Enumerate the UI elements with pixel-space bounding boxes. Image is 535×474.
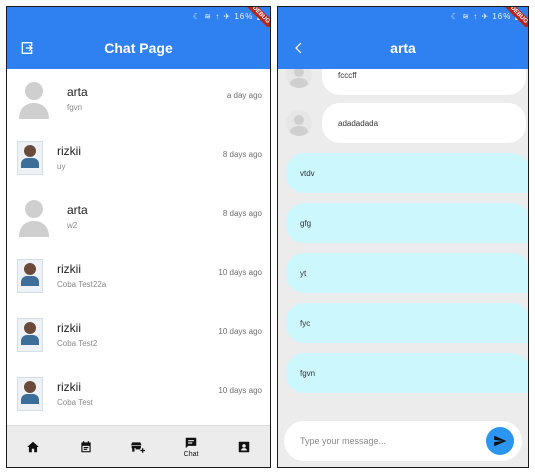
add-business-icon bbox=[131, 441, 146, 453]
avatar bbox=[17, 140, 43, 175]
send-button[interactable] bbox=[486, 427, 514, 455]
message-list: fcccff adadadada vtdv gfg yt fyc fgvn bbox=[278, 69, 528, 415]
last-message: Coba Test bbox=[57, 398, 93, 407]
status-bar: ☾ ≋ ↑ ✈ 16% ▮ DEBUG bbox=[7, 7, 270, 37]
timestamp: 10 days ago bbox=[218, 327, 262, 336]
nav-chat-label: Chat bbox=[183, 450, 199, 458]
logout-icon bbox=[21, 42, 33, 54]
outgoing-message: fyc bbox=[286, 303, 528, 343]
nav-calendar[interactable] bbox=[68, 428, 104, 466]
timestamp: 10 days ago bbox=[218, 386, 262, 395]
contact-name: rizkii bbox=[57, 144, 81, 158]
avatar bbox=[17, 79, 51, 119]
last-message: uy bbox=[57, 162, 66, 171]
status-indicators: ☾ ≋ ↑ ✈ 16% ▮ bbox=[450, 12, 520, 21]
bottom-navigation: Chat bbox=[7, 425, 270, 467]
last-message: Coba Test2 bbox=[57, 339, 98, 348]
avatar bbox=[286, 110, 312, 136]
status-indicators: ☾ ≋ ↑ ✈ 16% ▮ bbox=[192, 12, 262, 21]
avatar bbox=[286, 69, 312, 88]
back-arrow-icon bbox=[295, 42, 302, 54]
avatar bbox=[17, 317, 43, 352]
outgoing-message: vtdv bbox=[286, 153, 528, 193]
chat-row[interactable]: rizkii uy 8 days ago bbox=[7, 128, 270, 187]
incoming-message: adadadada bbox=[286, 103, 526, 143]
timestamp: a day ago bbox=[226, 91, 262, 100]
avatar bbox=[17, 197, 51, 237]
contact-name: arta bbox=[67, 85, 88, 99]
status-bar: ☾ ≋ ↑ ✈ 16% ▮ DEBUG bbox=[278, 7, 528, 37]
contact-icon bbox=[238, 441, 249, 452]
last-message: w2 bbox=[67, 221, 78, 230]
chat-icon bbox=[185, 437, 197, 448]
home-icon bbox=[27, 441, 40, 452]
chat-list: arta fgvn a day ago rizkii uy 8 days ago… bbox=[7, 69, 270, 425]
last-message: Coba Test22a bbox=[57, 280, 107, 289]
nav-add-store[interactable] bbox=[120, 428, 156, 466]
conversation-screen: ☾ ≋ ↑ ✈ 16% ▮ DEBUG arta fcccff adadadad… bbox=[277, 6, 529, 468]
timestamp: 8 days ago bbox=[222, 150, 262, 159]
message-composer bbox=[284, 421, 522, 461]
chat-list-screen: ☾ ≋ ↑ ✈ 16% ▮ DEBUG Chat Page arta fgvn … bbox=[6, 6, 271, 468]
outgoing-message: yt bbox=[286, 253, 528, 293]
contact-name: rizkii bbox=[57, 380, 81, 394]
timestamp: 10 days ago bbox=[218, 268, 262, 277]
avatar bbox=[17, 258, 43, 293]
send-icon bbox=[494, 435, 507, 447]
contact-name: rizkii bbox=[57, 321, 81, 335]
nav-chat[interactable]: Chat bbox=[173, 428, 209, 466]
back-button[interactable] bbox=[278, 27, 318, 69]
last-message: fgvn bbox=[67, 103, 83, 112]
message-input[interactable] bbox=[300, 436, 486, 446]
app-bar: Chat Page bbox=[7, 27, 270, 69]
outgoing-message: gfg bbox=[286, 203, 528, 243]
nav-contact[interactable] bbox=[226, 428, 262, 466]
avatar bbox=[17, 376, 43, 411]
contact-name: rizkii bbox=[57, 262, 81, 276]
message-text: fcccff bbox=[322, 69, 526, 95]
app-bar: arta bbox=[278, 27, 528, 69]
chat-row[interactable]: arta fgvn a day ago bbox=[7, 69, 270, 128]
chat-row[interactable]: rizkii Coba Test22a 10 days ago bbox=[7, 246, 270, 305]
logout-button[interactable] bbox=[7, 27, 47, 69]
chat-row[interactable]: rizkii Coba Test 10 days ago bbox=[7, 364, 270, 423]
outgoing-message: fgvn bbox=[286, 353, 528, 393]
incoming-message: fcccff bbox=[286, 69, 526, 95]
nav-home[interactable] bbox=[15, 428, 51, 466]
message-text: adadadada bbox=[322, 103, 526, 143]
timestamp: 8 days ago bbox=[222, 209, 262, 218]
chat-row[interactable]: arta w2 8 days ago bbox=[7, 187, 270, 246]
chat-row[interactable]: rizkii Coba Test2 10 days ago bbox=[7, 305, 270, 364]
contact-name: arta bbox=[67, 203, 88, 217]
calendar-icon bbox=[81, 440, 91, 452]
